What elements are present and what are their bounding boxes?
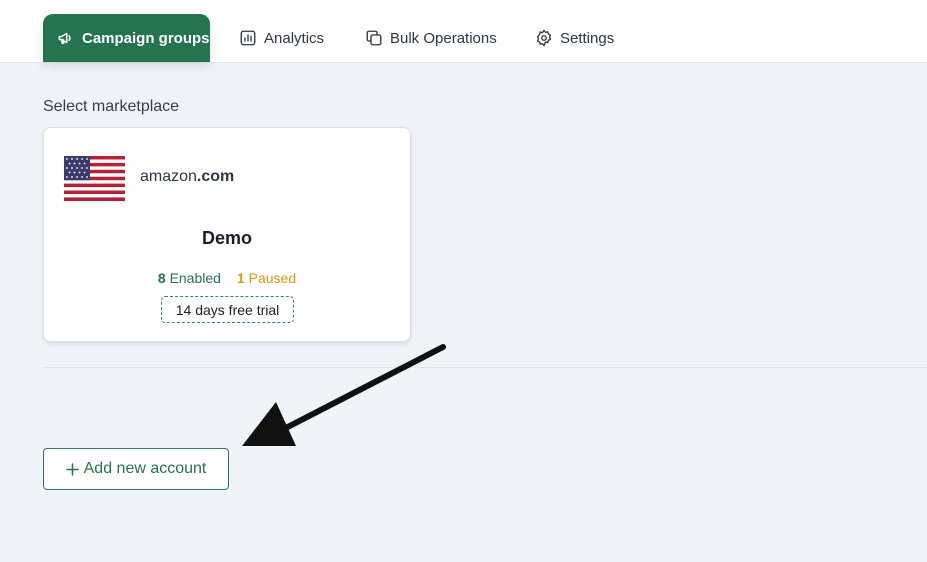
marketplace-prefix: amazon <box>140 168 197 185</box>
marketplace-suffix: .com <box>196 168 235 185</box>
section-divider <box>43 367 927 368</box>
tab-label: Bulk Operations <box>390 29 497 47</box>
enabled-label: Enabled <box>169 270 221 286</box>
tab-label: Campaign groups <box>82 29 210 47</box>
bar-chart-icon <box>240 30 256 46</box>
enabled-number: 8 <box>157 270 166 286</box>
tab-campaign-groups[interactable]: Campaign groups <box>43 14 210 62</box>
account-name: Demo <box>201 228 252 248</box>
paused-count: 1 Paused <box>237 270 296 286</box>
megaphone-icon <box>58 32 71 44</box>
plus-icon <box>65 462 79 476</box>
section-title: Select marketplace <box>43 98 180 115</box>
marketplace-card[interactable]: amazon.com Demo 8 Enabled 1 Paused 14 da… <box>43 127 411 342</box>
top-navigation: Campaign groups Analytics Bulk Operation… <box>0 0 927 63</box>
paused-label: Paused <box>248 270 297 286</box>
tab-label: Analytics <box>264 29 325 47</box>
add-new-account-button[interactable]: Add new account <box>43 448 229 490</box>
tab-label: Settings <box>560 29 615 47</box>
campaign-counts: 8 Enabled 1 Paused <box>44 270 410 286</box>
annotation-arrow <box>242 344 446 446</box>
us-flag-icon <box>64 156 125 201</box>
copy-icon <box>366 30 382 46</box>
trial-badge: 14 days free trial <box>161 296 294 323</box>
tab-bulk-operations[interactable]: Bulk Operations <box>365 14 497 62</box>
tab-analytics[interactable]: Analytics <box>239 14 324 62</box>
gear-icon <box>536 29 552 47</box>
enabled-count: 8 Enabled <box>158 270 221 286</box>
add-button-label: Add new account <box>83 460 207 477</box>
paused-number: 1 <box>236 270 245 286</box>
tab-settings[interactable]: Settings <box>535 14 614 62</box>
marketplace-name: amazon.com <box>140 168 234 186</box>
